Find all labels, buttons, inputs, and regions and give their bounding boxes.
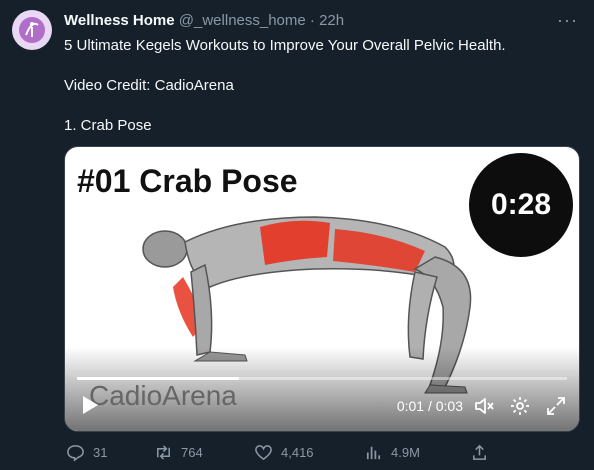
views-button[interactable]: 4.9M xyxy=(364,440,420,464)
reply-button[interactable]: 31 xyxy=(66,440,107,464)
views-chart-icon xyxy=(366,446,381,459)
fullscreen-icon[interactable] xyxy=(545,395,567,417)
dot-separator: · xyxy=(309,12,315,29)
duration: 0:03 xyxy=(435,398,463,414)
video-overlay-title: #01 Crab Pose xyxy=(77,163,298,199)
author-handle[interactable]: @_wellness_home xyxy=(179,12,306,29)
author-name[interactable]: Wellness Home xyxy=(64,12,175,29)
reply-count: 31 xyxy=(93,444,108,460)
video-player[interactable]: #01 Crab Pose 0:28 CadioArena 0:01 / 0:0… xyxy=(64,146,580,432)
tweet-actions: 31 764 4,416 4.9M xyxy=(64,440,578,464)
play-icon[interactable] xyxy=(81,395,99,415)
avatar[interactable] xyxy=(12,10,52,50)
tweet-text: 5 Ultimate Kegels Workouts to Improve Yo… xyxy=(64,36,506,136)
repost-icon xyxy=(157,444,170,460)
video-time: 0:01 / 0:03 xyxy=(397,398,463,414)
video-progress-fill xyxy=(77,377,239,380)
timestamp[interactable]: 22h xyxy=(319,12,344,29)
gear-icon[interactable] xyxy=(509,395,531,417)
repost-button[interactable]: 764 xyxy=(154,440,203,464)
mute-icon[interactable] xyxy=(473,395,495,417)
time-separator: / xyxy=(427,398,432,414)
tweet-line-credit: Video Credit: CadioArena xyxy=(64,77,234,94)
like-count: 4,416 xyxy=(281,444,314,460)
share-button[interactable] xyxy=(470,440,489,464)
tweet-line-headline: 5 Ultimate Kegels Workouts to Improve Yo… xyxy=(64,37,506,54)
heart-icon xyxy=(255,444,272,460)
current-time: 0:01 xyxy=(396,398,425,414)
wellness-logo-icon xyxy=(19,17,45,43)
reply-icon xyxy=(67,444,84,462)
tweet-header: Wellness Home @_wellness_home · 22h xyxy=(64,12,344,29)
views-count: 4.9M xyxy=(391,444,420,460)
video-watermark: CadioArena xyxy=(89,380,237,411)
repost-count: 764 xyxy=(181,444,203,460)
timer-badge: 0:28 xyxy=(469,153,573,257)
video-progress-bar[interactable] xyxy=(77,377,567,380)
more-options-icon[interactable]: ··· xyxy=(557,10,578,31)
like-button[interactable]: 4,416 xyxy=(254,440,314,464)
share-icon xyxy=(473,444,486,460)
tweet-line-item: 1. Crab Pose xyxy=(64,117,152,134)
